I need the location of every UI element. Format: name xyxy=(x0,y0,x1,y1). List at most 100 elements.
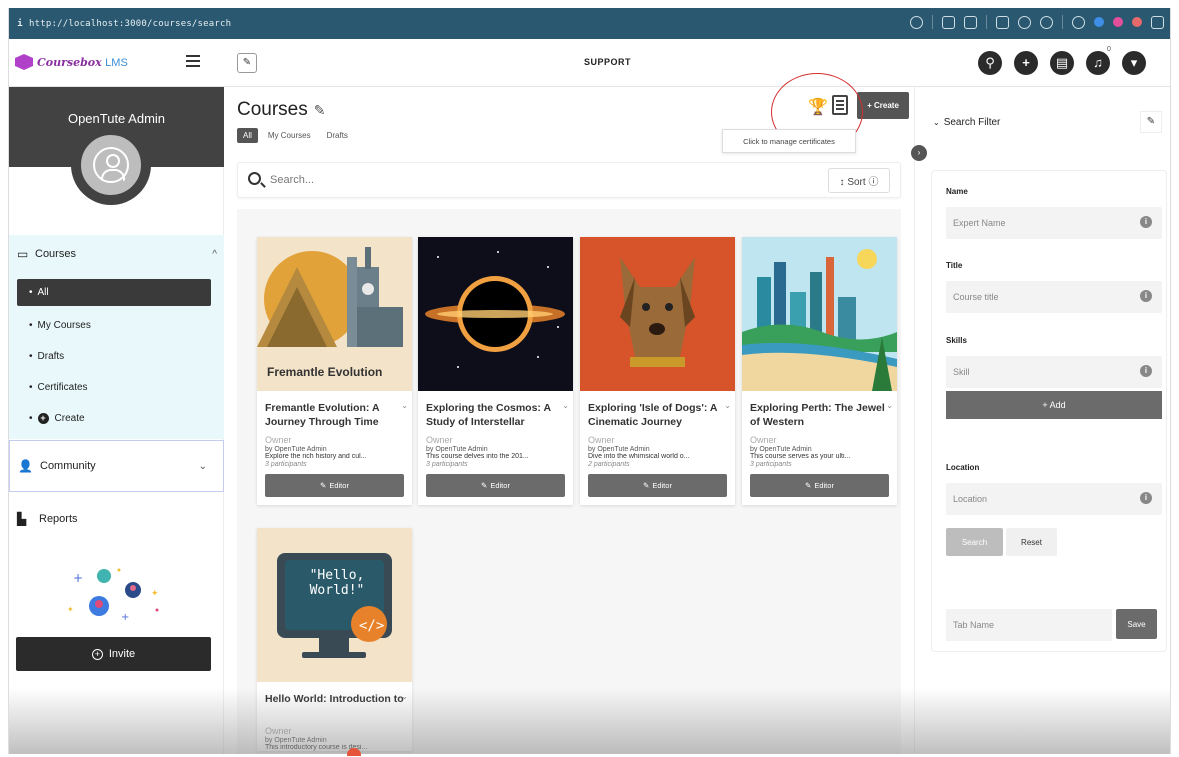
course-thumbnail: </> "Hello, World!" xyxy=(257,528,412,682)
info-icon: i xyxy=(1140,290,1152,302)
pencil-icon: ✎ xyxy=(481,481,488,490)
chevron-down-icon[interactable]: ⌄ xyxy=(724,399,731,413)
participants: 3 participants xyxy=(265,461,307,468)
title-field[interactable]: Course title i xyxy=(946,281,1162,313)
participants: 2 participants xyxy=(588,461,630,468)
course-card[interactable]: </> "Hello, World!" Hello World: Introdu… xyxy=(257,528,412,751)
editor-button[interactable]: ✎ Editor xyxy=(265,474,404,497)
add-icon[interactable]: + xyxy=(1014,51,1038,75)
course-card[interactable]: Exploring 'Isle of Dogs': A Cinematic Jo… xyxy=(580,237,735,505)
chevron-down-icon[interactable]: ⌄ xyxy=(401,690,408,704)
chevron-down-icon[interactable]: ▾ xyxy=(1122,51,1146,75)
editor-button[interactable]: ✎ Editor xyxy=(750,474,889,497)
people-icon: 👤 xyxy=(18,459,33,473)
extension-icon-3[interactable] xyxy=(1132,17,1142,27)
course-card[interactable]: Fremantle Evolution Fremantle Evolution:… xyxy=(257,237,412,505)
support-link[interactable]: SUPPORT xyxy=(584,57,631,67)
description: This introductory course is desi... xyxy=(265,744,368,751)
invite-button[interactable]: + Invite xyxy=(16,637,211,671)
search-icon[interactable]: ⚲ xyxy=(978,51,1002,75)
courses-nav-group: ▭ Courses ^ • All • My Courses • Drafts • Ce… xyxy=(9,235,224,439)
screenshot-icon[interactable] xyxy=(942,15,955,29)
name-field[interactable]: Expert Name i xyxy=(946,207,1162,239)
sidebar-item-create[interactable]: • + Create xyxy=(17,403,211,434)
chevron-down-icon[interactable]: ⌄ xyxy=(886,399,893,413)
target-icon[interactable] xyxy=(1040,15,1053,29)
course-thumbnail xyxy=(742,237,897,391)
add-skill-button[interactable]: + Add xyxy=(946,391,1162,419)
divider xyxy=(986,15,987,29)
chevron-right-icon[interactable]: › xyxy=(911,145,927,161)
sort-button[interactable]: ↕ Sort ⓘ xyxy=(828,168,890,193)
user-icon xyxy=(93,147,129,183)
sidebar-icon[interactable] xyxy=(1151,15,1164,29)
browser-url-bar: i http://localhost:3000/courses/search xyxy=(9,8,1170,39)
menu-icon[interactable] xyxy=(186,55,200,67)
extension-icon[interactable] xyxy=(1094,17,1104,27)
save-button[interactable]: Save xyxy=(1116,609,1157,639)
owner-label: Owner xyxy=(588,435,615,445)
course-card[interactable]: Exploring Perth: The Jewel of Western ⌄ O… xyxy=(742,237,897,505)
create-button[interactable]: + Create xyxy=(857,92,909,119)
course-title[interactable]: Exploring 'Isle of Dogs': A Cinematic Jo… xyxy=(580,391,735,431)
link-icon[interactable] xyxy=(910,15,923,29)
pencil-icon[interactable]: ✎ xyxy=(314,102,326,119)
window-icon[interactable] xyxy=(996,15,1009,29)
sidebar-item-drafts[interactable]: • Drafts xyxy=(17,341,211,372)
course-title[interactable]: Exploring Perth: The Jewel of Western ⌄ xyxy=(742,391,897,431)
pencil-icon[interactable]: ✎ xyxy=(237,53,257,73)
courses-nav-header[interactable]: ▭ Courses ^ xyxy=(17,247,217,261)
course-title[interactable]: Exploring the Cosmos: A Study of Interst… xyxy=(418,391,573,431)
sidebar-item-all[interactable]: • All xyxy=(17,279,211,306)
plus-circle-icon: + xyxy=(91,648,103,660)
courses-icon: ▭ xyxy=(17,247,29,261)
description: Dive into the whimsical world o... xyxy=(588,453,690,460)
info-icon: i xyxy=(1140,216,1152,228)
filter-title[interactable]: ⌄ Search Filter xyxy=(933,117,1000,128)
code-icon[interactable] xyxy=(1072,15,1085,29)
pencil-icon[interactable]: ✎ xyxy=(1140,111,1162,133)
editor-button[interactable]: ✎ Editor xyxy=(588,474,727,497)
chevron-down-icon[interactable]: ⌄ xyxy=(562,399,569,413)
course-thumbnail: Fremantle Evolution xyxy=(257,237,412,391)
tab-my-courses[interactable]: My Courses xyxy=(262,128,317,143)
pencil-icon: ✎ xyxy=(320,481,327,490)
course-title[interactable]: Hello World: Introduction to ⌄ xyxy=(257,682,412,722)
course-card[interactable]: Exploring the Cosmos: A Study of Interst… xyxy=(418,237,573,505)
tab-name-input[interactable]: Tab Name xyxy=(946,609,1112,641)
chevron-down-icon: ⌄ xyxy=(198,460,207,472)
tab-all[interactable]: All xyxy=(237,128,258,143)
app-header: Coursebox LMS ✎ SUPPORT ⚲ + ▤ ♫ 0 ▾ xyxy=(9,39,1170,87)
bell-icon[interactable]: ♫ 0 xyxy=(1086,45,1114,75)
info-icon: i xyxy=(1140,365,1152,377)
search-input[interactable]: Search... xyxy=(270,174,314,186)
chat-icon[interactable]: ▤ xyxy=(1050,51,1074,75)
cursor-indicator xyxy=(347,748,361,756)
search-icon xyxy=(248,172,261,185)
course-title[interactable]: Fremantle Evolution: A Journey Through T… xyxy=(257,391,412,431)
reset-button[interactable]: Reset xyxy=(1006,528,1057,556)
chevron-down-icon[interactable]: ⌄ xyxy=(401,399,408,413)
participants: 3 participants xyxy=(750,461,792,468)
editor-button[interactable]: ✎ Editor xyxy=(426,474,565,497)
participants: 3 participants xyxy=(426,461,468,468)
author: by OpenTute Admin xyxy=(588,446,650,453)
camera-icon[interactable] xyxy=(964,15,977,29)
location-field[interactable]: Location i xyxy=(946,483,1162,515)
app-frame: i http://localhost:3000/courses/search C… xyxy=(8,8,1171,754)
skills-field[interactable]: Skill i xyxy=(946,356,1162,388)
brand-logo[interactable]: Coursebox LMS xyxy=(15,54,128,70)
settings-icon[interactable] xyxy=(1018,15,1031,29)
url-text[interactable]: http://localhost:3000/courses/search xyxy=(29,19,231,29)
sidebar-item-my-courses[interactable]: • My Courses xyxy=(17,310,211,341)
tab-drafts[interactable]: Drafts xyxy=(321,128,354,143)
search-filter-panel: ⌄ Search Filter ✎ › Name Expert Name i Tit… xyxy=(911,87,1170,754)
search-button[interactable]: Search xyxy=(946,528,1003,556)
sidebar-item-community[interactable]: 👤 Community ⌄ xyxy=(9,440,224,492)
extension-icon-2[interactable] xyxy=(1113,17,1123,27)
course-grid: Fremantle Evolution Fremantle Evolution:… xyxy=(237,209,901,754)
avatar[interactable] xyxy=(71,125,151,205)
sidebar-item-reports[interactable]: ▙ Reports xyxy=(17,512,78,526)
courses-nav-label: Courses xyxy=(35,248,76,260)
sidebar-item-certificates[interactable]: • Certificates xyxy=(17,372,211,403)
